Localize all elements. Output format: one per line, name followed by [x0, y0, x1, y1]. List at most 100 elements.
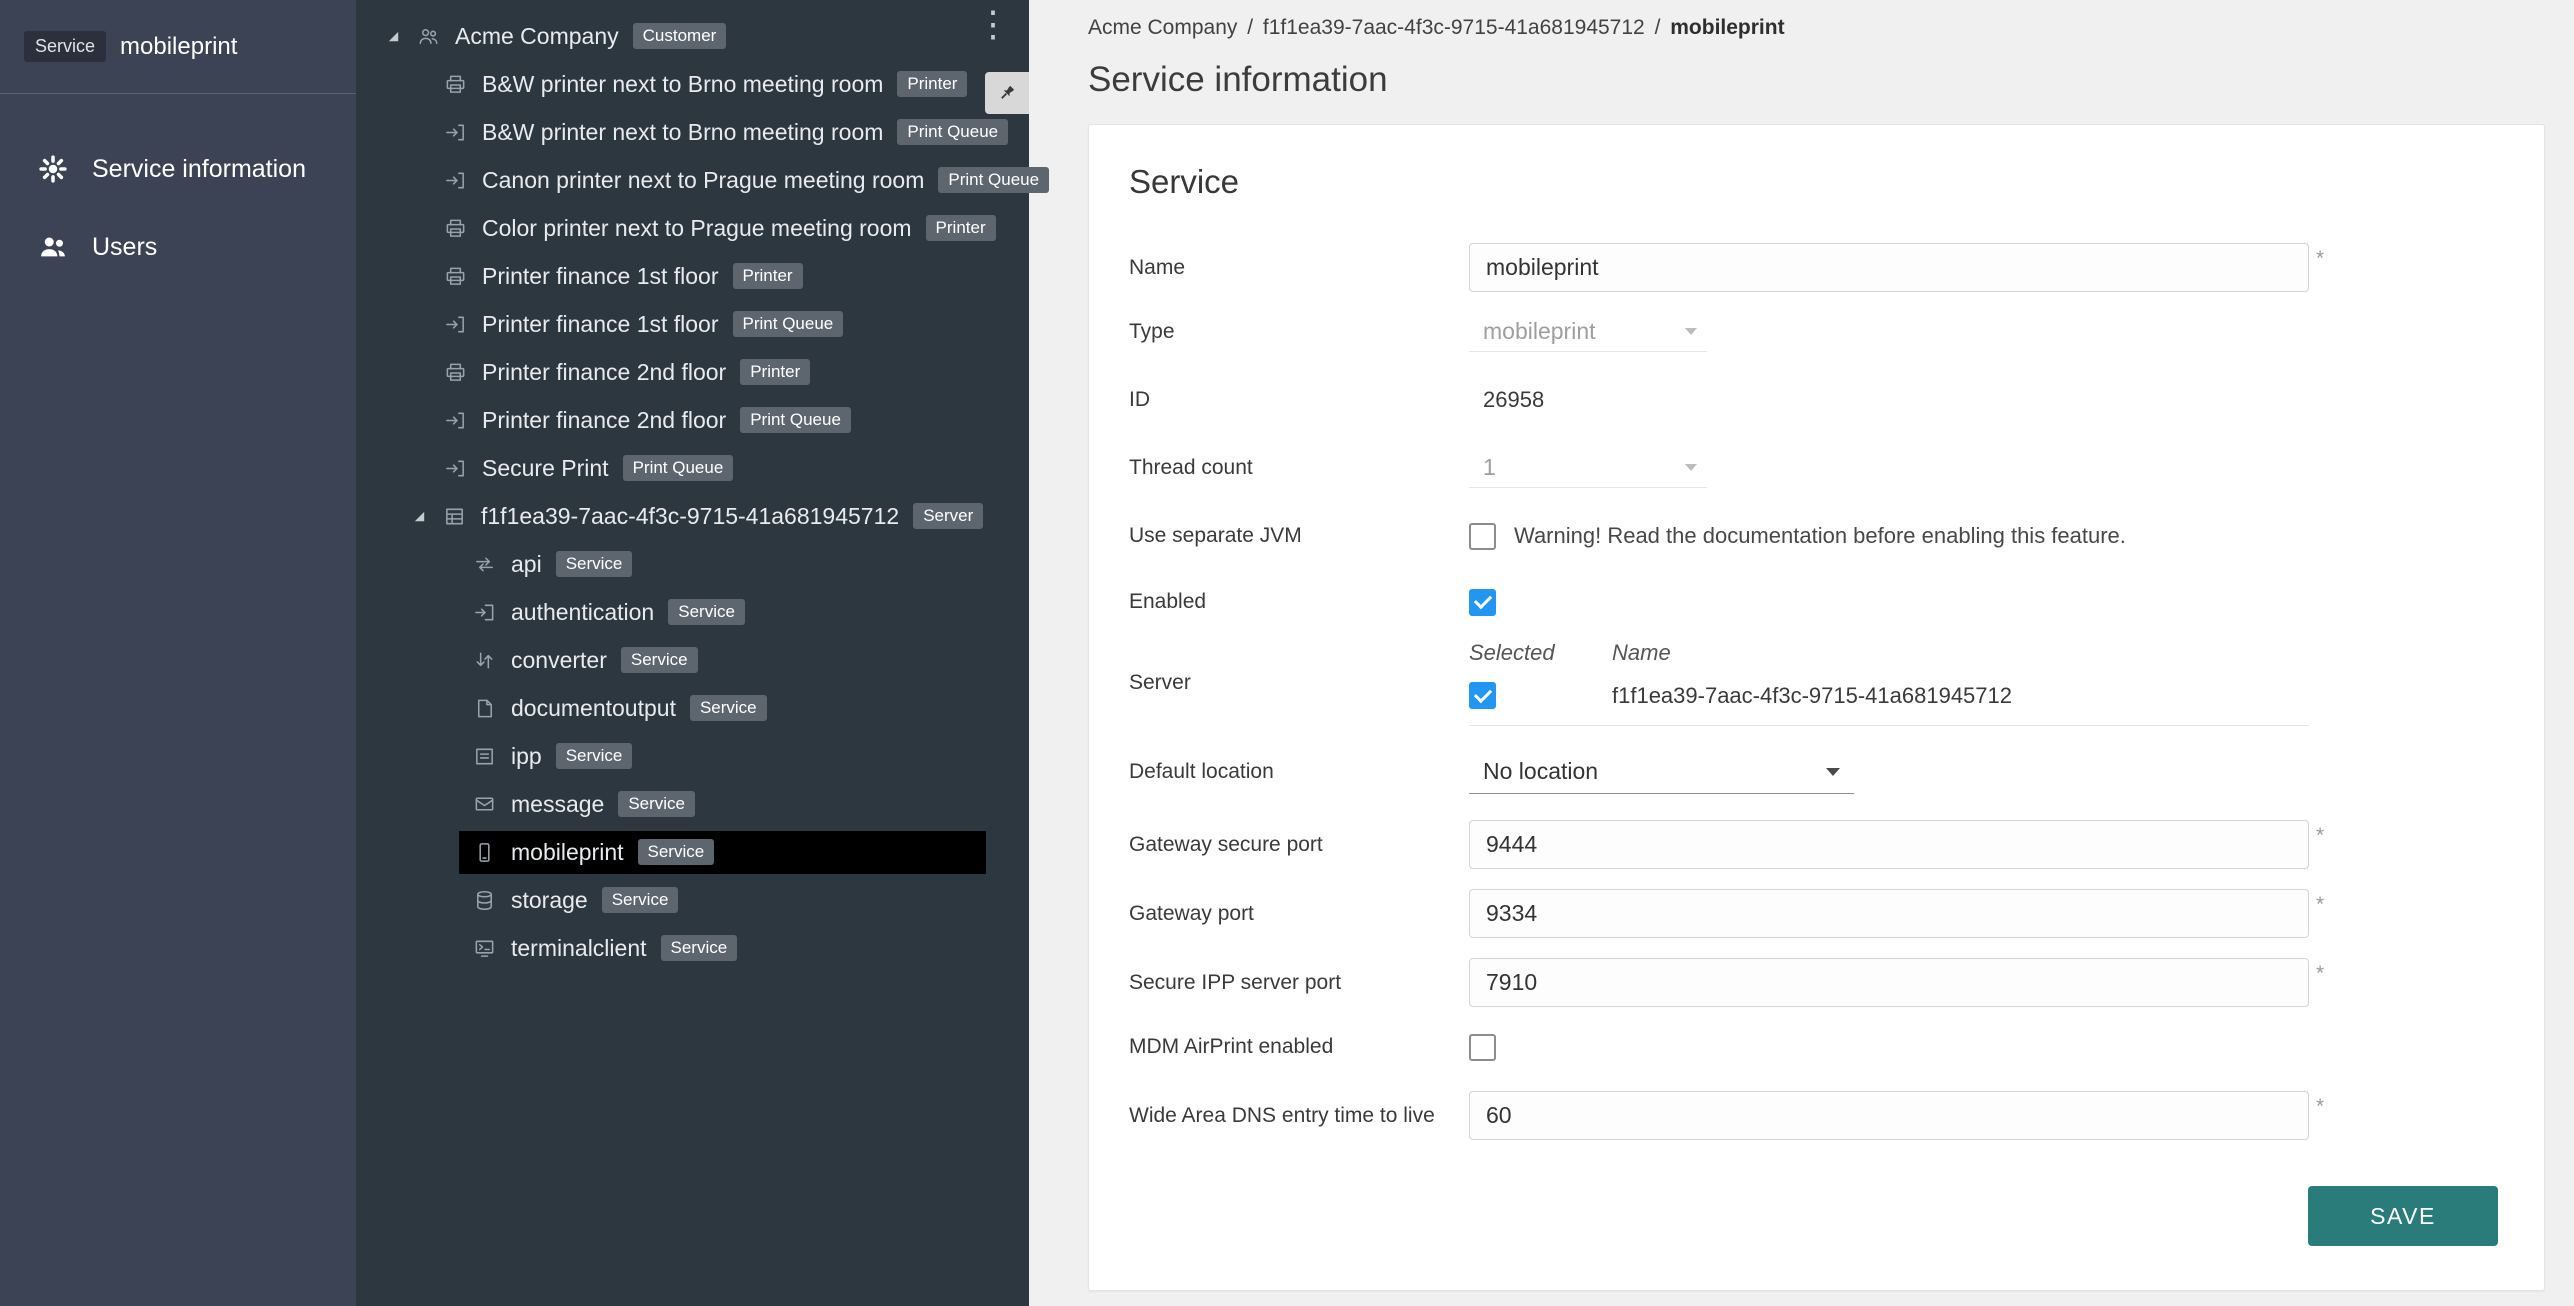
tree-item-label: ipp: [511, 743, 542, 770]
default-location-label: Default location: [1129, 760, 1469, 784]
tree-item-canon-printer-next-to-prague-meeting-roo[interactable]: Canon printer next to Prague meeting roo…: [356, 156, 1029, 204]
tree-item-converter[interactable]: converterService: [356, 636, 1029, 684]
printer-icon: [444, 265, 467, 288]
mdm-airprint-checkbox[interactable]: [1469, 1034, 1496, 1061]
tree-item-terminalclient[interactable]: terminalclient Service: [356, 924, 1029, 972]
server-col-selected: Selected: [1469, 640, 1612, 666]
terminalclient-icon: [473, 937, 496, 960]
tree-item-printer-finance-1st-floor[interactable]: Printer finance 1st floorPrinter: [356, 252, 1029, 300]
printer-icon: [444, 361, 467, 384]
tree-item-storage[interactable]: storageService: [356, 876, 1029, 924]
type-badge: Service: [690, 695, 767, 721]
print-queue-icon: [444, 457, 467, 480]
tree-item-color-printer-next-to-prague-meeting-roo[interactable]: Color printer next to Prague meeting roo…: [356, 204, 1029, 252]
tree-item-b-w-printer-next-to-brno-meeting-room[interactable]: B&W printer next to Brno meeting roomPri…: [356, 60, 1029, 108]
tree-item-label: authentication: [511, 599, 654, 626]
type-badge: Service: [638, 839, 715, 865]
form-row-default-location: Default location No location: [1129, 750, 2498, 794]
print-queue-icon: [444, 121, 467, 144]
tree-item-label: f1f1ea39-7aac-4f3c-9715-41a681945712: [481, 503, 899, 530]
api-icon: [473, 553, 496, 576]
tree-item-b-w-printer-next-to-brno-meeting-room[interactable]: B&W printer next to Brno meeting roomPri…: [356, 108, 1029, 156]
print-queue-icon: [444, 409, 467, 432]
expand-collapse-icon[interactable]: [386, 29, 401, 44]
pin-icon: [996, 82, 1018, 104]
type-badge: Print Queue: [938, 167, 1049, 193]
thread-count-label: Thread count: [1129, 456, 1469, 480]
tree-item-mobileprint[interactable]: mobileprintService: [356, 828, 1029, 876]
breadcrumb-item: mobileprint: [1670, 16, 1784, 39]
server-label: Server: [1129, 671, 1469, 695]
breadcrumb-item[interactable]: Acme Company: [1088, 16, 1237, 39]
server-name-value: f1f1ea39-7aac-4f3c-9715-41a681945712: [1612, 683, 2012, 709]
thread-count-select: 1: [1469, 448, 1707, 488]
name-input[interactable]: [1469, 243, 2309, 292]
gateway-secure-port-input[interactable]: [1469, 820, 2309, 869]
storage-icon: [473, 889, 496, 912]
tree-panel: ⋮ Acme CompanyCustomerB&W printer next t…: [356, 0, 1029, 1306]
tree-item-printer-finance-1st-floor[interactable]: Printer finance 1st floorPrint Queue: [356, 300, 1029, 348]
save-button[interactable]: SAVE: [2308, 1186, 2498, 1246]
sidebar-item-service-information[interactable]: Service information: [0, 130, 356, 208]
tree-item-message[interactable]: message Service: [356, 780, 1029, 828]
tree-item-ipp[interactable]: ippService: [356, 732, 1029, 780]
message-icon: [473, 793, 496, 816]
print-queue-icon: [444, 169, 467, 192]
type-badge: Printer: [926, 215, 996, 241]
chevron-down-icon: [1826, 768, 1840, 776]
type-badge: Server: [913, 503, 983, 529]
default-location-select[interactable]: No location: [1469, 750, 1854, 794]
form-row-mdm-airprint: MDM AirPrint enabled: [1129, 1027, 2498, 1067]
tree-item-acme-company[interactable]: Acme CompanyCustomer: [356, 12, 1029, 60]
tree-item-secure-print[interactable]: Secure PrintPrint Queue: [356, 444, 1029, 492]
tree-item-printer-finance-2nd-floor[interactable]: Printer finance 2nd floorPrint Queue: [356, 396, 1029, 444]
type-badge: Service: [618, 791, 695, 817]
form-row-gateway-port: Gateway port *: [1129, 889, 2498, 938]
tree-item-label: message: [511, 791, 604, 818]
sidebar-item-users[interactable]: Users: [0, 208, 356, 286]
type-badge: Print Queue: [623, 455, 734, 481]
gear-icon: [38, 154, 68, 184]
tree-item-printer-finance-2nd-floor[interactable]: Printer finance 2nd floorPrinter: [356, 348, 1029, 396]
tree-item-label: Color printer next to Prague meeting roo…: [482, 215, 912, 242]
use-separate-jvm-checkbox[interactable]: [1469, 523, 1496, 550]
users-icon: [38, 232, 68, 262]
tree-item-label: Printer finance 2nd floor: [482, 359, 726, 386]
enabled-label: Enabled: [1129, 590, 1469, 614]
card-actions: SAVE: [1129, 1186, 2498, 1246]
tree-item-f1f1ea39-7aac-4f3c-9715-41a681945712[interactable]: f1f1ea39-7aac-4f3c-9715-41a681945712 Serv…: [356, 492, 1029, 540]
service-card: Service Name * Type mobileprint ID: [1088, 124, 2545, 1291]
required-asterisk: *: [2316, 1095, 2324, 1119]
card-title: Service: [1129, 163, 2498, 201]
id-label: ID: [1129, 388, 1469, 412]
form-row-use-separate-jvm: Use separate JVM Warning! Read the docum…: [1129, 516, 2498, 556]
required-asterisk: *: [2316, 824, 2324, 848]
tree-item-documentoutput[interactable]: documentoutputService: [356, 684, 1029, 732]
breadcrumb: Acme Company / f1f1ea39-7aac-4f3c-9715-4…: [1088, 16, 2574, 40]
server-selected-checkbox[interactable]: [1469, 682, 1496, 709]
print-queue-icon: [444, 313, 467, 336]
documentoutput-icon: [473, 697, 496, 720]
printer-icon: [444, 73, 467, 96]
pin-button[interactable]: [985, 72, 1029, 114]
wide-area-dns-ttl-input[interactable]: [1469, 1091, 2309, 1140]
converter-icon: [473, 649, 496, 672]
enabled-checkbox[interactable]: [1469, 589, 1496, 616]
wide-area-dns-ttl-label: Wide Area DNS entry time to live: [1129, 1104, 1469, 1128]
kebab-menu-icon[interactable]: ⋮: [975, 6, 1011, 42]
gateway-port-input[interactable]: [1469, 889, 2309, 938]
id-value: 26958: [1469, 387, 1544, 413]
tree-item-api[interactable]: apiService: [356, 540, 1029, 588]
mdm-airprint-label: MDM AirPrint enabled: [1129, 1035, 1469, 1059]
secure-ipp-server-port-input[interactable]: [1469, 958, 2309, 1007]
type-badge: Service: [661, 935, 738, 961]
tree-item-authentication[interactable]: authenticationService: [356, 588, 1029, 636]
tree-item-label: terminalclient: [511, 935, 647, 962]
breadcrumb-separator: /: [1241, 16, 1259, 39]
form-row-thread-count: Thread count 1: [1129, 448, 2498, 488]
breadcrumb-item[interactable]: f1f1ea39-7aac-4f3c-9715-41a681945712: [1263, 16, 1645, 39]
tree-item-label: B&W printer next to Brno meeting room: [482, 119, 883, 146]
default-location-value: No location: [1483, 758, 1598, 785]
expand-collapse-icon[interactable]: [412, 509, 427, 524]
type-badge: Service: [621, 647, 698, 673]
